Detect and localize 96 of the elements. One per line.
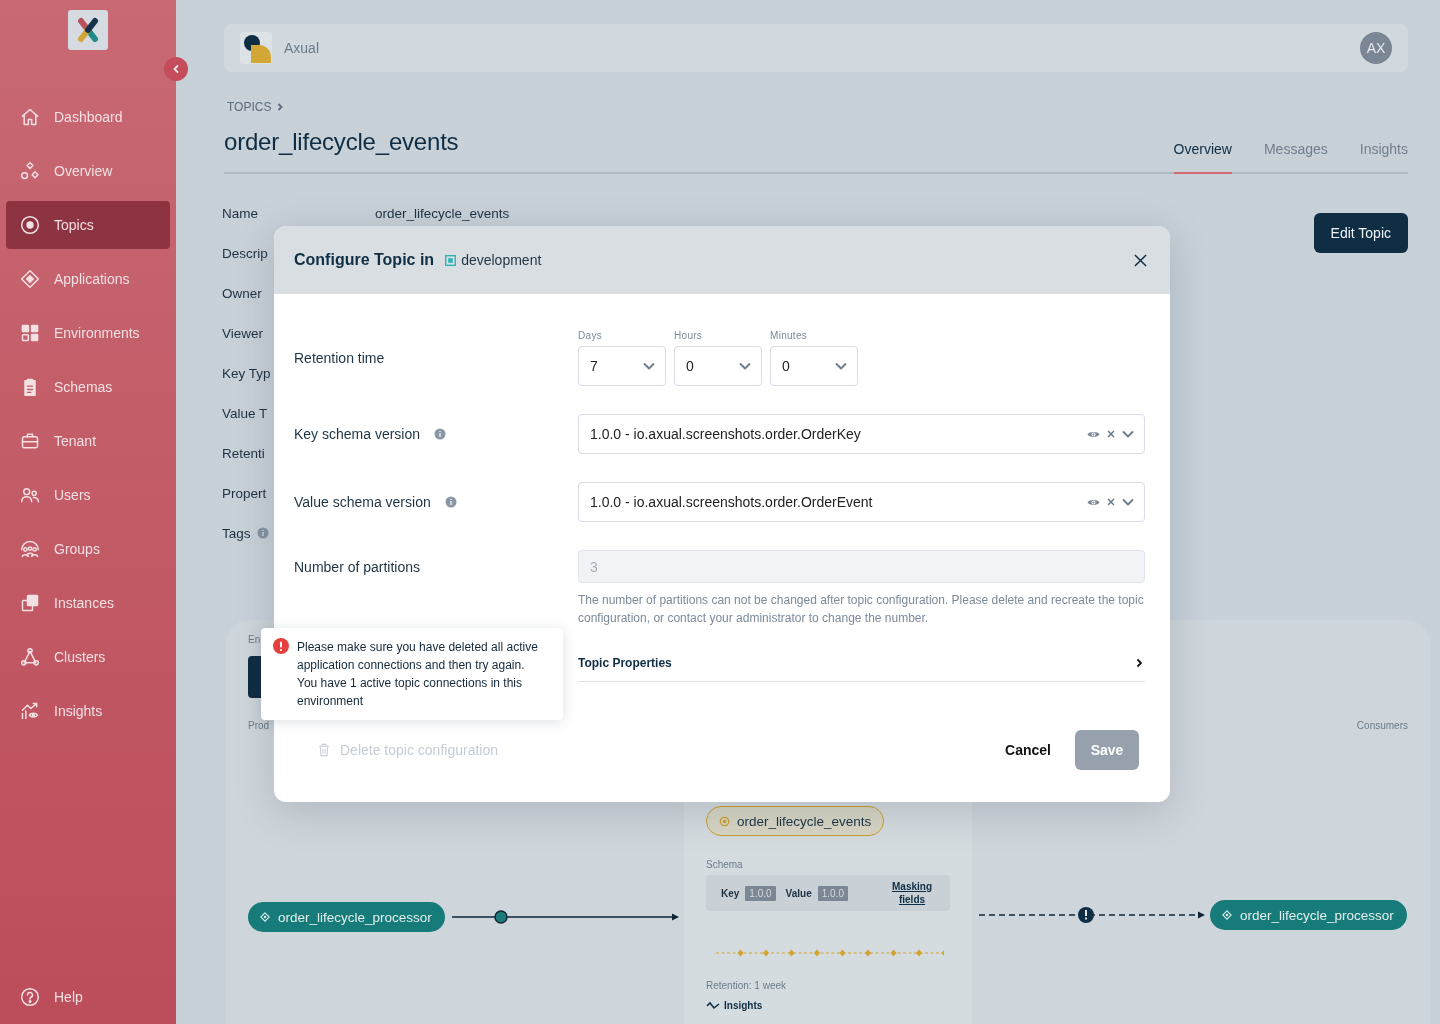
diamond-icon: [20, 269, 40, 289]
warning-icon: [1078, 907, 1094, 923]
field-label: Value T: [222, 405, 268, 421]
diamond-icon: [1222, 910, 1232, 920]
trash-icon: [318, 743, 330, 757]
dropdown-field[interactable]: 0: [674, 346, 762, 386]
key-label: Key: [721, 887, 740, 899]
field-value: order_lifecycle_events: [375, 205, 510, 221]
info-icon[interactable]: [444, 496, 457, 508]
field-label: Value schema version: [294, 494, 431, 510]
dropdown-field[interactable]: 1.0.0 - io.axual.screenshots.order.OrderKey: [578, 414, 1145, 454]
dialog-title: Configure Topic in: [294, 251, 435, 269]
user-avatar[interactable]: AX: [1360, 32, 1392, 64]
eye-icon[interactable]: [1087, 497, 1100, 507]
help-icon: [20, 987, 40, 1007]
users-icon: [20, 485, 40, 505]
connection-dot-icon: [494, 910, 508, 924]
section-label: En: [248, 634, 261, 646]
field-label: Viewer: [222, 325, 264, 341]
diamond-icon: [260, 912, 270, 922]
square-icon: [445, 254, 457, 266]
field-label: Retenti: [222, 445, 265, 461]
section-label: Schema: [706, 859, 744, 871]
info-icon[interactable]: [434, 428, 447, 440]
sidebar-item[interactable]: Applications: [6, 255, 170, 303]
field-label: Retention time: [294, 350, 385, 366]
clear-icon[interactable]: [1106, 429, 1116, 439]
organization-name: Axual: [284, 40, 320, 56]
sidebar-item[interactable]: Tenant: [6, 417, 170, 465]
value-label: Value: [785, 887, 812, 899]
tab[interactable]: Messages: [1263, 140, 1328, 174]
field-label: Propert: [222, 485, 267, 501]
field-label: Key Typ: [222, 365, 271, 381]
unit-label: Hours: [674, 330, 704, 342]
page-title: order_lifecycle_events: [224, 127, 459, 157]
tooltip-text: Please make sure you have deleted all active application connections and then try again. You have 1 active topic connections in this environment: [297, 639, 539, 710]
org-logo-icon: [240, 32, 272, 64]
masking-fields-link[interactable]: Masking fields: [888, 880, 936, 906]
field-label: Key schema version: [294, 426, 421, 442]
tab[interactable]: Overview: [1173, 140, 1232, 174]
insights-link[interactable]: Insights: [706, 1000, 763, 1011]
shapes-icon: [20, 161, 40, 181]
sidebar-item[interactable]: Insights: [6, 687, 170, 735]
version-badge: 1.0.0: [745, 885, 776, 901]
breadcrumb-link[interactable]: TOPICS: [227, 100, 272, 114]
stacked-squares-icon: [20, 593, 40, 613]
app-logo: [68, 10, 108, 50]
sidebar-item[interactable]: Environments: [6, 309, 170, 357]
wave-icon: [706, 1001, 720, 1010]
dropdown-field[interactable]: 7: [578, 346, 666, 386]
unit-label: Minutes: [770, 330, 809, 342]
field-label: Name: [222, 205, 258, 221]
eye-icon[interactable]: [1087, 429, 1100, 439]
chart-eye-icon: [20, 701, 40, 721]
application-node[interactable]: order_lifecycle_processor: [1210, 900, 1407, 930]
edit-topic-button[interactable]: Edit Topic: [1313, 213, 1408, 253]
application-node[interactable]: order_lifecycle_processor: [248, 902, 445, 932]
help-item[interactable]: Help: [6, 973, 170, 1021]
sidebar-item[interactable]: Topics: [6, 201, 170, 249]
section-label: Consumers: [1356, 720, 1408, 732]
field-label: Tags: [222, 525, 251, 541]
retention-text: Retention: 1 week: [706, 980, 788, 992]
triangle-nodes-icon: [20, 647, 40, 667]
home-icon: [20, 107, 40, 127]
target-icon: [20, 215, 40, 235]
sidebar-item[interactable]: Users: [6, 471, 170, 519]
sidebar-item[interactable]: Clusters: [6, 633, 170, 681]
environment-name: development: [461, 252, 542, 268]
error-icon: [273, 638, 289, 654]
field-label: Descrip: [222, 245, 268, 261]
tab[interactable]: Insights: [1359, 140, 1408, 174]
dropdown-field[interactable]: 0: [770, 346, 858, 386]
topic-properties-row[interactable]: Topic Properties: [578, 645, 1145, 682]
dropdown-field[interactable]: 1.0.0 - io.axual.screenshots.order.OrderEvent: [578, 482, 1145, 522]
sidebar-item[interactable]: Schemas: [6, 363, 170, 411]
briefcase-icon: [20, 431, 40, 451]
unit-label: Days: [578, 330, 603, 342]
grid-icon: [20, 323, 40, 343]
helper-text: The number of partitions can not be changed after topic configuration. Please delete and recreate the topic configuration, or contact your administrator to change the number.: [578, 592, 1145, 627]
sidebar-item[interactable]: Instances: [6, 579, 170, 627]
group-icon: [20, 539, 40, 559]
version-badge: 1.0.0: [817, 885, 848, 901]
field-label: Owner: [222, 285, 262, 301]
clear-icon[interactable]: [1106, 497, 1116, 507]
field-label: Number of partitions: [294, 558, 421, 575]
topic-node[interactable]: order_lifecycle_events: [706, 806, 885, 836]
chevron-left-icon: [171, 64, 181, 74]
collapse-button[interactable]: [164, 57, 188, 81]
ring-icon: [719, 815, 730, 827]
info-icon[interactable]: [256, 527, 269, 539]
sidebar-item[interactable]: Groups: [6, 525, 170, 573]
close-icon: [1133, 253, 1147, 267]
sidebar-item[interactable]: Dashboard: [6, 93, 170, 141]
sidebar-item[interactable]: Overview: [6, 147, 170, 195]
cancel-button[interactable]: Cancel: [1005, 742, 1051, 758]
section-label: Prod: [248, 720, 270, 732]
